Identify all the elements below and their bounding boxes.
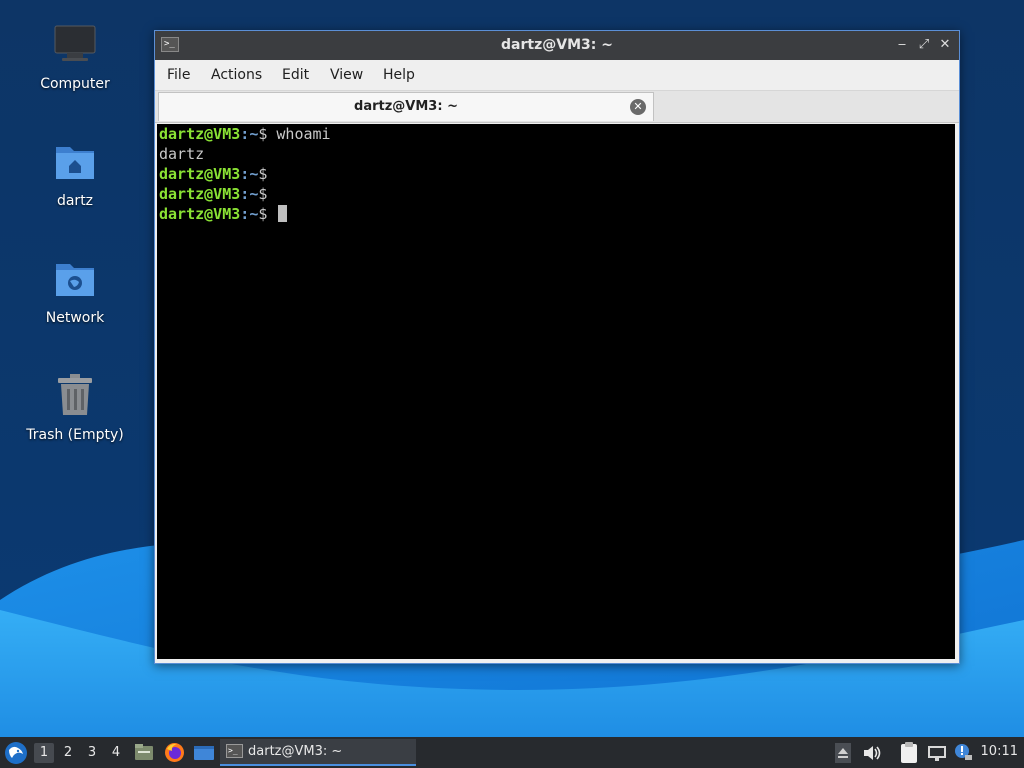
tab-terminal[interactable]: dartz@VM3: ~ ✕ bbox=[158, 92, 654, 121]
tab-strip: dartz@VM3: ~ ✕ bbox=[155, 91, 959, 123]
prompt-path: ~ bbox=[249, 165, 259, 183]
eject-icon[interactable] bbox=[835, 743, 851, 763]
command-text: whoami bbox=[267, 125, 331, 143]
desktop-icon-label: Computer bbox=[40, 76, 110, 92]
desktop-icon-computer[interactable]: Computer bbox=[20, 22, 130, 92]
menu-actions[interactable]: Actions bbox=[211, 67, 262, 83]
file-manager-launcher-icon[interactable] bbox=[134, 742, 154, 762]
updates-notification-icon[interactable] bbox=[953, 742, 973, 762]
prompt-symbol: $ bbox=[258, 185, 268, 203]
prompt-sep: : bbox=[240, 125, 250, 143]
prompt-path: ~ bbox=[249, 205, 259, 223]
workspace-1[interactable]: 1 bbox=[34, 743, 54, 763]
tab-label: dartz@VM3: ~ bbox=[354, 99, 458, 114]
menu-bar: File Actions Edit View Help bbox=[155, 60, 959, 91]
terminal-window: >_ dartz@VM3: ~ ‒ ⤢ ✕ File Actions Edit … bbox=[154, 30, 960, 664]
window-titlebar[interactable]: >_ dartz@VM3: ~ ‒ ⤢ ✕ bbox=[155, 31, 959, 60]
terminal-output[interactable]: dartz@VM3:~$ whoami dartz dartz@VM3:~$ d… bbox=[157, 124, 955, 659]
window-title: dartz@VM3: ~ bbox=[501, 37, 613, 53]
clipboard-icon[interactable] bbox=[899, 741, 919, 764]
close-button[interactable]: ✕ bbox=[936, 36, 954, 54]
prompt-sep: : bbox=[240, 165, 250, 183]
workspace-3[interactable]: 3 bbox=[82, 743, 102, 763]
desktop-icon-label: Network bbox=[45, 310, 105, 326]
prompt-user: dartz@VM3 bbox=[159, 165, 241, 183]
menu-file[interactable]: File bbox=[167, 67, 190, 83]
taskbar: 1 2 3 4 >_ dartz@VM3: ~ 10:11 bbox=[0, 737, 1024, 768]
text-cursor bbox=[278, 205, 288, 222]
desktop-icon-home-folder[interactable]: dartz bbox=[20, 139, 130, 209]
menu-view[interactable]: View bbox=[330, 67, 363, 83]
terminal-task-icon: >_ bbox=[226, 744, 243, 758]
maximize-button[interactable]: ⤢ bbox=[915, 36, 933, 54]
home-folder-icon bbox=[56, 147, 94, 179]
network-status-icon[interactable] bbox=[927, 743, 947, 763]
trash-icon bbox=[58, 374, 92, 415]
workspace-4[interactable]: 4 bbox=[106, 743, 126, 763]
prompt-symbol: $ bbox=[258, 165, 268, 183]
terminal-line: dartz@VM3:~$ bbox=[157, 164, 955, 184]
prompt-path: ~ bbox=[249, 185, 259, 203]
prompt-user: dartz@VM3 bbox=[159, 185, 241, 203]
volume-icon[interactable] bbox=[862, 743, 882, 763]
desktop-icon-label: Trash (Empty) bbox=[26, 427, 124, 443]
terminal-line: dartz@VM3:~$ whoami bbox=[157, 124, 955, 144]
app-menu-icon[interactable] bbox=[4, 741, 28, 765]
firefox-launcher-icon[interactable] bbox=[164, 742, 185, 763]
workspace-2[interactable]: 2 bbox=[58, 743, 78, 763]
menu-help[interactable]: Help bbox=[383, 67, 415, 83]
prompt-user: dartz@VM3 bbox=[159, 125, 241, 143]
command-text bbox=[267, 205, 276, 223]
desktop-icon-network[interactable]: Network bbox=[20, 256, 130, 326]
minimize-button[interactable]: ‒ bbox=[893, 36, 911, 54]
desktop-icon-trash[interactable]: Trash (Empty) bbox=[20, 373, 130, 443]
computer-icon bbox=[54, 25, 96, 61]
prompt-user: dartz@VM3 bbox=[159, 205, 241, 223]
taskbar-task-terminal[interactable]: >_ dartz@VM3: ~ bbox=[220, 739, 416, 766]
task-label: dartz@VM3: ~ bbox=[248, 744, 343, 759]
command-output: dartz bbox=[159, 145, 205, 163]
clock[interactable]: 10:11 bbox=[981, 744, 1018, 759]
network-folder-icon bbox=[56, 264, 94, 296]
terminal-line: dartz@VM3:~$ bbox=[157, 204, 955, 224]
terminal-line: dartz bbox=[157, 144, 955, 164]
menu-edit[interactable]: Edit bbox=[282, 67, 309, 83]
terminal-line: dartz@VM3:~$ bbox=[157, 184, 955, 204]
desktop-icon-label: dartz bbox=[56, 193, 94, 209]
tab-close-icon[interactable]: ✕ bbox=[630, 99, 646, 115]
show-desktop-icon[interactable] bbox=[193, 744, 215, 762]
prompt-sep: : bbox=[240, 205, 250, 223]
prompt-path: ~ bbox=[249, 125, 259, 143]
prompt-sep: : bbox=[240, 185, 250, 203]
